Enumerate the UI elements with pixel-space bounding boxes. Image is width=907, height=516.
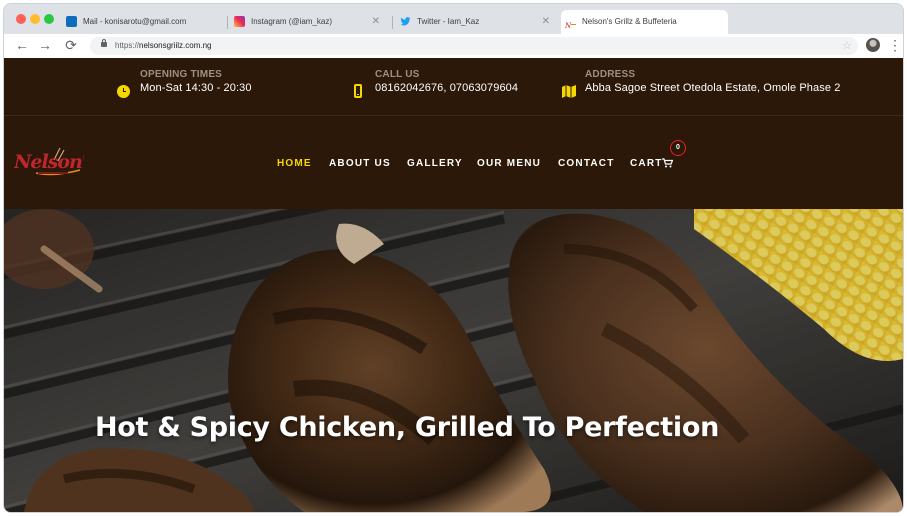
main-nav: Nelson's HOME ABOUT US GALLERY OUR MENU …	[4, 116, 903, 209]
nav-our-menu[interactable]: OUR MENU	[477, 158, 541, 169]
hero-grill-image	[4, 209, 903, 512]
tab-separator	[392, 16, 393, 29]
url-text[interactable]: https://nelsonsgriilz.com.ng	[115, 37, 212, 55]
forward-arrow-icon[interactable]: →	[37, 37, 53, 53]
tab-title: Twitter - Iam_Kaz	[417, 17, 480, 26]
cart-icon[interactable]	[662, 158, 674, 171]
browser-window: Mail - konisarotu@gmail.com Instagram (@…	[4, 4, 903, 512]
address-value: Abba Sagoe Street Otedola Estate, Omole …	[585, 82, 841, 94]
url-scheme: https://	[115, 41, 140, 50]
url-host: nelsonsgriilz.com.ng	[139, 41, 212, 50]
logo-wordmark: Nelson's	[14, 151, 84, 173]
call-us-label: CALL US	[375, 69, 420, 80]
twitter-icon	[400, 16, 411, 27]
tab-title: Mail - konisarotu@gmail.com	[83, 17, 187, 26]
info-bar: OPENING TIMES Mon-Sat 14:30 - 20:30 CALL…	[4, 58, 903, 116]
map-icon	[562, 85, 576, 98]
maximize-window-button[interactable]	[44, 14, 54, 24]
svg-text:N: N	[565, 22, 572, 30]
close-tab-icon[interactable]: ✕	[542, 10, 550, 34]
phone-numbers[interactable]: 08162042676, 07063079604	[375, 82, 518, 94]
website: OPENING TIMES Mon-Sat 14:30 - 20:30 CALL…	[4, 58, 903, 512]
opening-times-value: Mon-Sat 14:30 - 20:30	[140, 82, 252, 94]
minimize-window-button[interactable]	[30, 14, 40, 24]
lock-icon	[101, 39, 107, 47]
instagram-icon	[234, 16, 245, 27]
close-tab-icon[interactable]: ✕	[372, 10, 380, 34]
opening-times-label: OPENING TIMES	[140, 69, 223, 80]
tab-strip: Mail - konisarotu@gmail.com Instagram (@…	[4, 4, 903, 34]
hero-banner: Hot & Spicy Chicken, Grilled To Perfecti…	[4, 209, 903, 512]
nelsons-logo[interactable]: Nelson's	[13, 146, 99, 180]
tab-twitter[interactable]: Twitter - Iam_Kaz ✕	[396, 10, 560, 34]
back-arrow-icon[interactable]: ←	[14, 37, 30, 53]
browser-toolbar: ← → ⟳ https://nelsonsgriilz.com.ng ☆ ⋮	[4, 34, 903, 59]
profile-avatar[interactable]	[866, 38, 880, 52]
tab-nelsons-active[interactable]: N Nelson's Grillz & Buffeteria	[561, 10, 728, 34]
address-bar[interactable]: https://nelsonsgriilz.com.ng ☆	[90, 37, 858, 55]
phone-icon	[354, 84, 362, 98]
tab-title: Instagram (@iam_kaz)	[251, 17, 333, 26]
nav-gallery[interactable]: GALLERY	[407, 158, 463, 169]
clock-icon	[117, 85, 130, 98]
nav-cart[interactable]: CART	[630, 158, 663, 169]
browser-menu-icon[interactable]: ⋮	[888, 36, 902, 54]
cart-count-badge: 0	[670, 140, 686, 156]
tab-title: Nelson's Grillz & Buffeteria	[582, 17, 677, 26]
bookmark-star-icon[interactable]: ☆	[842, 37, 852, 55]
close-window-button[interactable]	[16, 14, 26, 24]
outlook-icon	[66, 16, 77, 27]
hero-title: Hot & Spicy Chicken, Grilled To Perfecti…	[95, 412, 720, 443]
tab-mail[interactable]: Mail - konisarotu@gmail.com	[62, 10, 226, 34]
tab-separator	[227, 16, 228, 29]
tab-instagram[interactable]: Instagram (@iam_kaz) ✕	[230, 10, 390, 34]
address-label: ADDRESS	[585, 69, 636, 80]
reload-icon[interactable]: ⟳	[63, 37, 79, 53]
nav-about-us[interactable]: ABOUT US	[329, 158, 391, 169]
nav-home[interactable]: HOME	[277, 158, 312, 169]
nelsons-icon: N	[564, 16, 576, 30]
nav-contact[interactable]: CONTACT	[558, 158, 615, 169]
